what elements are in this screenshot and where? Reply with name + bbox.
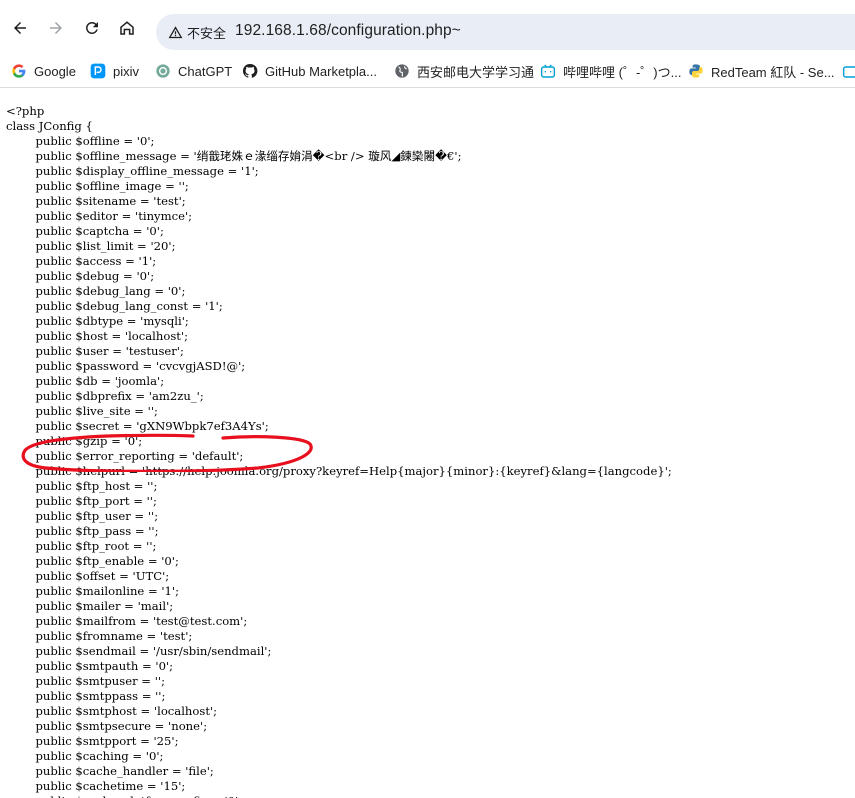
code-line: public $display_offline_message = '1'; [6, 164, 259, 178]
code-line: public $smtppass = ''; [6, 689, 166, 703]
code-line: public $mailer = 'mail'; [6, 599, 174, 613]
code-line: public $caching = '0'; [6, 749, 164, 763]
code-line: public $debug_lang_const = '1'; [6, 299, 223, 313]
code-line: <?php [6, 104, 45, 118]
php-source-code: <?php class JConfig { public $offline = '… [6, 104, 672, 798]
bookmark-overflow[interactable] [842, 61, 855, 81]
code-line: class JConfig { [6, 119, 93, 133]
bookmark-label: ChatGPT [178, 63, 233, 79]
back-button[interactable] [6, 14, 34, 42]
home-button[interactable] [113, 14, 141, 42]
code-line: public $helpurl = 'https://help.joomla.o… [6, 464, 672, 478]
reload-icon [85, 21, 98, 34]
code-line: public $smtpsecure = 'none'; [6, 719, 208, 733]
code-line: public $editor = 'tinymce'; [6, 209, 193, 223]
home-icon [120, 21, 134, 35]
chatgpt-icon [155, 63, 171, 79]
url-text[interactable]: 192.168.1.68/configuration.php~ [235, 22, 461, 40]
code-line: public $debug = '0'; [6, 269, 155, 283]
forward-arrow-icon [50, 22, 62, 34]
code-line: public $ftp_port = ''; [6, 494, 157, 508]
code-line: public $fromname = 'test'; [6, 629, 193, 643]
code-line: public $dbtype = 'mysqli'; [6, 314, 189, 328]
forward-button[interactable] [42, 14, 70, 42]
python-icon [688, 63, 704, 79]
bookmark-redteam[interactable]: RedTeam 紅队 - Se... [688, 61, 835, 81]
code-line: public $smtpauth = '0'; [6, 659, 174, 673]
code-line: public $ftp_user = ''; [6, 509, 159, 523]
code-line: public $gzip = '0'; [6, 434, 143, 448]
bookmark-bilibili[interactable]: 哔哩哔哩 (゜-゜)つ... [540, 61, 681, 81]
security-indicator[interactable]: 不安全 [163, 20, 231, 44]
code-line: public $cachetime = '15'; [6, 779, 186, 793]
code-line: public $ftp_root = ''; [6, 539, 157, 553]
code-line: public $mailonline = '1'; [6, 584, 180, 598]
browser-toolbar: 不安全 192.168.1.68/configuration.php~ [0, 0, 855, 53]
code-line: public $smtphost = 'localhost'; [6, 704, 218, 718]
code-line: public $host = 'localhost'; [6, 329, 189, 343]
security-label: 不安全 [187, 26, 227, 42]
bookmarks-bar: Google pixiv ChatGPT GitHub Marketpla...… [0, 53, 855, 88]
pixiv-icon [90, 63, 106, 79]
bilibili-icon [842, 63, 855, 79]
globe-icon [394, 63, 410, 79]
code-line: public $mailfrom = 'test@test.com'; [6, 614, 248, 628]
bookmark-chatgpt[interactable]: ChatGPT [155, 61, 232, 81]
code-line: public $captcha = '0'; [6, 224, 164, 238]
code-line: public $offline_image = ''; [6, 179, 189, 193]
code-line: public $ftp_host = ''; [6, 479, 158, 493]
bookmark-label: GitHub Marketpla... [265, 63, 377, 79]
code-line: public $live_site = ''; [6, 404, 158, 418]
bookmark-label: 西安邮电大学学习通 [417, 64, 535, 80]
code-line: public $sendmail = '/usr/sbin/sendmail'; [6, 644, 272, 658]
code-line: public $offline_message = '绡戠珯姝ｅ湪缁存姢涓�<b… [6, 149, 462, 163]
bookmark-xupt[interactable]: 西安邮电大学学习通 [394, 61, 534, 81]
warning-icon [168, 25, 183, 38]
code-line: public $sitename = 'test'; [6, 194, 186, 208]
page-content: <?php class JConfig { public $offline = '… [0, 88, 855, 798]
code-line: public $ftp_pass = ''; [6, 524, 159, 538]
github-icon [242, 63, 258, 79]
bookmark-github[interactable]: GitHub Marketpla... [242, 61, 377, 81]
code-line: public $dbprefix = 'am2zu_'; [6, 389, 204, 403]
code-line: public $ftp_enable = '0'; [6, 554, 179, 568]
code-line: public $smtpport = '25'; [6, 734, 179, 748]
code-line: public $password = 'cvcvgjASD!@'; [6, 359, 246, 373]
code-line: public $user = 'testuser'; [6, 344, 184, 358]
code-line: public $offset = 'UTC'; [6, 569, 170, 583]
code-line: public $debug_lang = '0'; [6, 284, 186, 298]
code-line: public $error_reporting = 'default'; [6, 449, 244, 463]
bookmark-label: Google [34, 63, 76, 79]
code-line: public $list_limit = '20'; [6, 239, 176, 253]
bookmark-google[interactable]: Google [11, 61, 76, 81]
bookmark-pixiv[interactable]: pixiv [90, 61, 139, 81]
code-line: public $smtpuser = ''; [6, 674, 165, 688]
reload-button[interactable] [78, 14, 106, 42]
code-line: public $access = '1'; [6, 254, 157, 268]
code-line: public $offline = '0'; [6, 134, 155, 148]
code-line: public $cache_platformprefix = '0'; [6, 794, 672, 798]
bookmark-label: RedTeam 紅队 - Se... [711, 64, 835, 80]
bookmark-label: pixiv [113, 63, 140, 79]
code-line: public $secret = 'gXN9Wbpk7ef3A4Ys'; [6, 419, 269, 433]
bookmark-label: 哔哩哔哩 (゜-゜)つ... [563, 64, 682, 80]
code-line: public $db = 'joomla'; [6, 374, 165, 388]
back-arrow-icon [14, 22, 26, 34]
code-line: public $cache_handler = 'file'; [6, 764, 214, 778]
google-icon [11, 63, 27, 79]
bilibili-icon [540, 63, 556, 79]
